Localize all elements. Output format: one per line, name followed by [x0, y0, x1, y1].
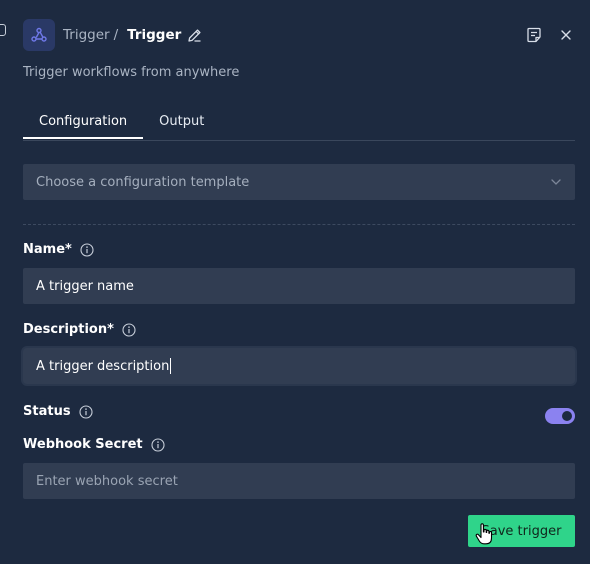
webhook-secret-field[interactable]: Enter webhook secret — [23, 463, 575, 499]
tab-bar: Configuration Output — [23, 110, 575, 141]
name-field-value: A trigger name — [36, 278, 134, 294]
name-label: Name* — [23, 242, 72, 257]
webhook-icon — [23, 19, 55, 51]
page-title: Trigger — [127, 27, 182, 43]
tab-output[interactable]: Output — [143, 110, 220, 139]
description-field-value: A trigger description — [36, 358, 170, 374]
status-label: Status — [23, 404, 71, 419]
webhook-secret-label: Webhook Secret — [23, 437, 143, 452]
info-icon[interactable] — [80, 242, 94, 257]
webhook-secret-label-row: Webhook Secret — [23, 437, 165, 452]
save-trigger-button[interactable]: Save trigger — [468, 515, 575, 547]
status-label-row: Status — [23, 404, 93, 419]
tab-configuration[interactable]: Configuration — [23, 110, 144, 139]
text-caret — [170, 358, 172, 374]
window-edge-icon — [0, 24, 6, 36]
close-icon[interactable] — [557, 26, 575, 44]
webhook-secret-placeholder: Enter webhook secret — [36, 473, 178, 489]
chevron-down-icon — [550, 178, 562, 186]
description-label: Description* — [23, 322, 114, 337]
status-toggle[interactable] — [545, 408, 575, 424]
pencil-icon[interactable] — [187, 28, 202, 43]
toggle-knob — [562, 411, 572, 421]
panel-subtitle: Trigger workflows from anywhere — [23, 65, 240, 80]
template-select[interactable]: Choose a configuration template — [23, 164, 575, 200]
info-icon[interactable] — [151, 437, 165, 452]
breadcrumb[interactable]: Trigger — [63, 27, 110, 43]
description-label-row: Description* — [23, 322, 136, 337]
info-icon[interactable] — [122, 322, 136, 337]
notes-icon[interactable] — [525, 26, 543, 44]
info-icon[interactable] — [79, 404, 93, 419]
section-divider — [23, 224, 575, 225]
panel-header: Trigger / Trigger — [23, 19, 575, 51]
description-field[interactable]: A trigger description — [21, 346, 577, 386]
breadcrumb-separator: / — [113, 27, 119, 43]
template-select-placeholder: Choose a configuration template — [36, 174, 250, 190]
name-field[interactable]: A trigger name — [23, 268, 575, 304]
name-label-row: Name* — [23, 242, 94, 257]
